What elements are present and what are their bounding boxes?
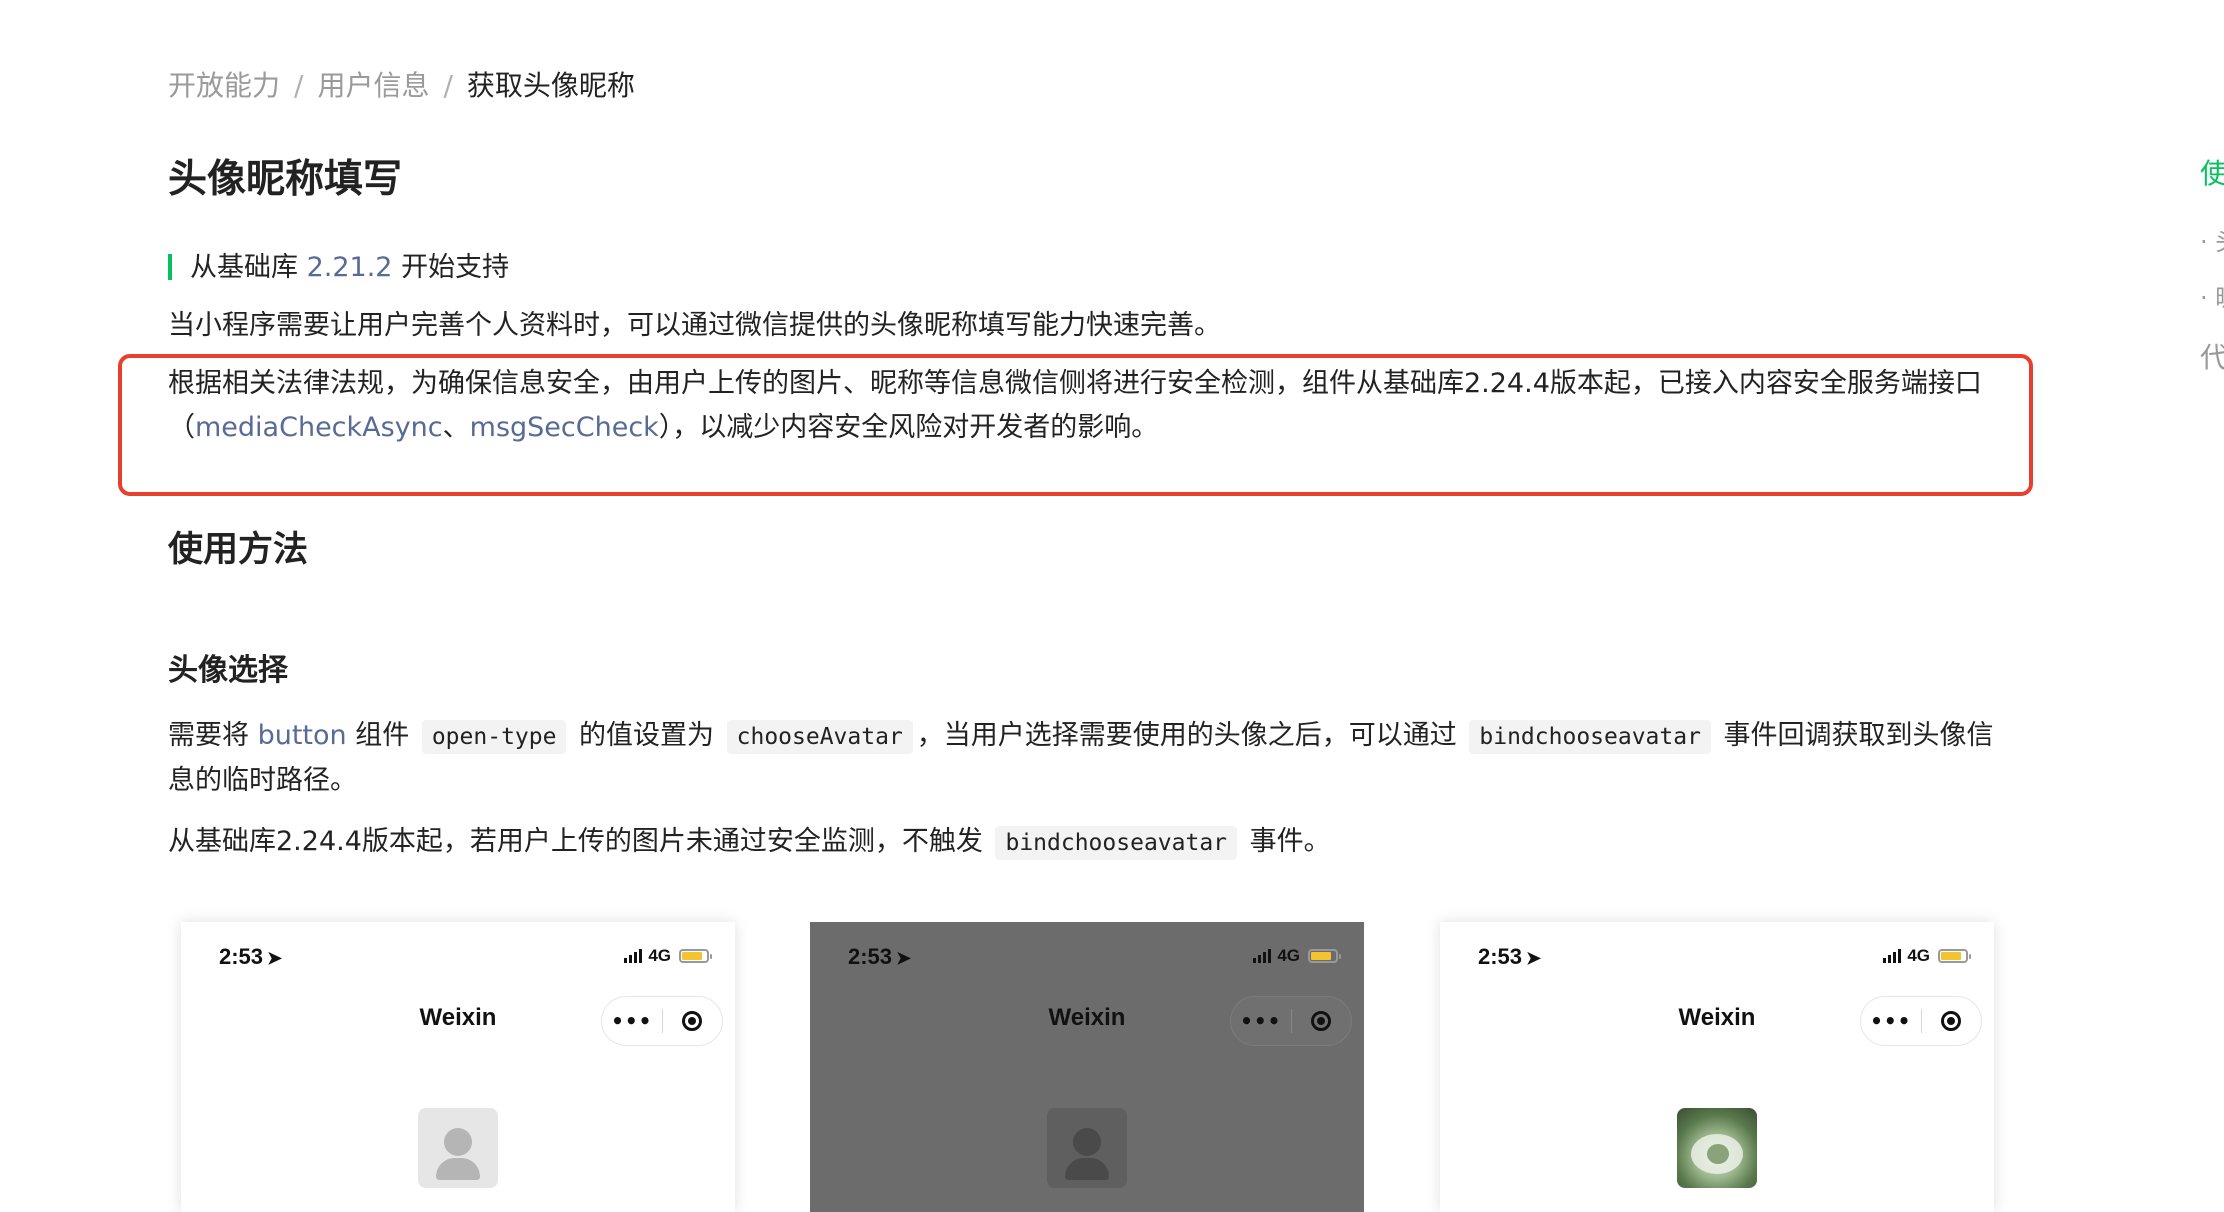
breadcrumb-item-user-info[interactable]: 用户信息: [317, 69, 429, 102]
note-accent-bar: [168, 254, 172, 280]
signal-icon: [1253, 949, 1272, 963]
toc-item-nickname[interactable]: · 昵: [2200, 278, 2224, 313]
intro-paragraph: 当小程序需要让用户完善个人资料时，可以通过微信提供的头像昵称填写能力快速完善。: [168, 310, 1221, 341]
more-icon[interactable]: •••: [1231, 1009, 1291, 1033]
signal-icon: [1883, 949, 1902, 963]
avatar-text-3: 的值设置为: [570, 720, 723, 751]
battery-icon: [1938, 949, 1971, 963]
version-link[interactable]: 2.21.2: [307, 252, 393, 283]
avatar-text-1: 需要将: [168, 720, 258, 751]
code-bindchooseavatar: bindchooseavatar: [995, 826, 1238, 860]
toc-item-active[interactable]: 使: [2200, 152, 2224, 192]
security-text-2: ），以减少内容安全风险对开发者的影响。: [658, 412, 1159, 443]
menu-capsule: •••: [1860, 996, 1982, 1046]
avatar-note-paragraph: 从基础库2.24.4版本起，若用户上传的图片未通过安全监测，不触发 bindch…: [168, 820, 2008, 865]
usage-heading: 使用方法: [168, 530, 309, 570]
code-open-type: open-type: [421, 720, 567, 754]
avatar-note-text-2: 事件。: [1241, 826, 1331, 857]
more-icon[interactable]: •••: [1861, 1009, 1921, 1033]
avatar-heading: 头像选择: [168, 653, 288, 688]
breadcrumb-separator: /: [294, 69, 304, 102]
signal-icon: [624, 949, 643, 963]
close-miniprogram-icon[interactable]: [1291, 1011, 1351, 1031]
more-icon[interactable]: •••: [602, 1009, 662, 1033]
avatar-photo[interactable]: [1677, 1108, 1757, 1188]
page-title: 头像昵称填写: [168, 157, 403, 202]
phone-screenshot-default: 2:53 ➤ 4G Weixin •••: [181, 922, 735, 1212]
user-icon: [1073, 1128, 1101, 1156]
breadcrumb-separator: /: [443, 69, 453, 102]
security-separator: 、: [442, 412, 470, 443]
table-of-contents: 使 · 头 · 昵 代: [2200, 152, 2224, 382]
battery-icon: [679, 949, 712, 963]
since-version-note: 从基础库 2.21.2 开始支持: [168, 248, 509, 288]
status-indicators: 4G: [624, 946, 712, 966]
menu-capsule: •••: [601, 996, 723, 1046]
status-indicators: 4G: [1883, 946, 1971, 966]
avatar-placeholder[interactable]: [418, 1108, 498, 1188]
status-time: 2:53 ➤: [1478, 944, 1542, 969]
network-label: 4G: [1907, 946, 1930, 965]
avatar-paragraph: 需要将 button 组件 open-type 的值设置为 chooseAvat…: [168, 714, 2003, 803]
avatar-placeholder[interactable]: [1047, 1108, 1127, 1188]
close-miniprogram-icon[interactable]: [662, 1011, 722, 1031]
since-note-prefix: 从基础库: [190, 252, 307, 283]
battery-icon: [1308, 949, 1341, 963]
network-label: 4G: [648, 946, 671, 965]
location-arrow-icon: ➤: [267, 948, 283, 968]
phone-screenshot-choosing: 2:53 ➤ 4G Weixin •••: [810, 922, 1364, 1212]
phone-screenshot-selected: 2:53 ➤ 4G Weixin •••: [1440, 922, 1994, 1212]
msg-sec-check-link[interactable]: msgSecCheck: [470, 412, 659, 443]
menu-capsule: •••: [1230, 996, 1352, 1046]
toc-item-code[interactable]: 代: [2200, 336, 2224, 376]
status-time: 2:53 ➤: [219, 944, 283, 969]
avatar-text-2: 组件: [346, 720, 418, 751]
button-link[interactable]: button: [258, 720, 347, 751]
status-indicators: 4G: [1253, 946, 1341, 966]
network-label: 4G: [1277, 946, 1300, 965]
user-icon: [444, 1128, 472, 1156]
breadcrumb: 开放能力 / 用户信息 / 获取头像昵称: [168, 66, 635, 106]
location-arrow-icon: ➤: [1526, 948, 1542, 968]
toc-item-avatar[interactable]: · 头: [2200, 222, 2224, 257]
code-choose-avatar: chooseAvatar: [726, 720, 913, 754]
breadcrumb-item-open-capabilities[interactable]: 开放能力: [168, 69, 280, 102]
breadcrumb-current: 获取头像昵称: [466, 69, 635, 102]
since-note-suffix: 开始支持: [392, 252, 510, 283]
avatar-text-4: ，当用户选择需要使用的头像之后，可以通过: [916, 720, 1466, 751]
avatar-note-text-1: 从基础库2.24.4版本起，若用户上传的图片未通过安全监测，不触发: [168, 826, 992, 857]
security-paragraph: 根据相关法律法规，为确保信息安全，由用户上传的图片、昵称等信息微信侧将进行安全检…: [168, 362, 2008, 450]
media-check-async-link[interactable]: mediaCheckAsync: [195, 412, 443, 443]
close-miniprogram-icon[interactable]: [1921, 1011, 1981, 1031]
code-bindchooseavatar: bindchooseavatar: [1469, 720, 1711, 754]
status-time: 2:53 ➤: [848, 944, 912, 969]
location-arrow-icon: ➤: [896, 948, 912, 968]
